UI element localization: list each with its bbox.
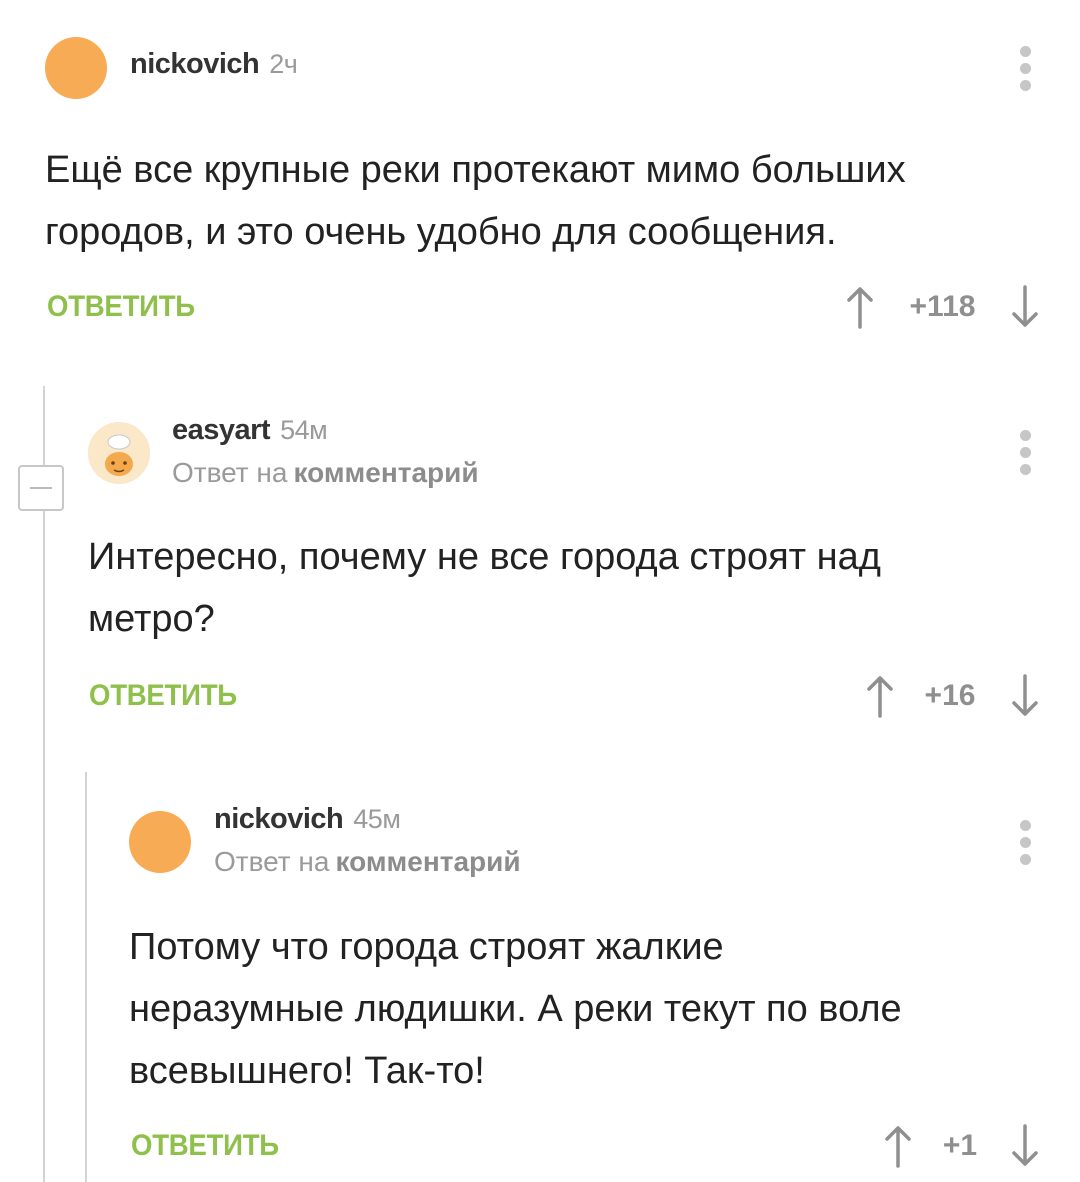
comment-text-line: Потому что города строят жалкие: [129, 926, 724, 968]
reply-to-prefix: Ответ на: [172, 457, 288, 488]
comment-author[interactable]: easyart 54м: [172, 414, 328, 447]
arrow-up-icon[interactable]: [845, 285, 875, 329]
comment-text-line: городов, и это очень удобно для сообщени…: [45, 211, 837, 253]
arrow-up-icon[interactable]: [883, 1124, 913, 1168]
comment-text-line: неразумные людишки. А реки текут по воле: [129, 988, 902, 1030]
more-vertical-icon[interactable]: [1018, 46, 1032, 97]
reply-button[interactable]: ОТВЕТИТЬ: [131, 1129, 279, 1163]
username[interactable]: nickovich: [214, 803, 344, 835]
comment: nickovich 2ч Ещё все крупные реки протека…: [0, 0, 1080, 360]
reply-to-link[interactable]: комментарий: [293, 457, 478, 488]
arrow-down-icon[interactable]: [1010, 1124, 1040, 1168]
rating-value: +1: [942, 1129, 978, 1162]
reply-button[interactable]: ОТВЕТИТЬ: [47, 290, 195, 324]
comment-author[interactable]: nickovich 2ч: [130, 48, 298, 81]
comment-text-line: всевышнего! Так-то!: [129, 1050, 485, 1092]
more-vertical-icon[interactable]: [1018, 430, 1032, 481]
comment-text: Ещё все крупные реки протекают мимо боль…: [45, 139, 1055, 263]
comment-author[interactable]: nickovich 45м: [214, 803, 401, 836]
more-vertical-icon[interactable]: [1018, 820, 1032, 871]
comment-text: Интересно, почему не все города строят н…: [88, 526, 1058, 650]
reply-button[interactable]: ОТВЕТИТЬ: [89, 679, 237, 713]
comment-text-line: Ещё все крупные реки протекают мимо боль…: [45, 149, 906, 191]
avatar[interactable]: [88, 422, 150, 484]
comment-time: 2ч: [269, 49, 298, 79]
reply-to-label: Ответ на комментарий: [214, 846, 521, 878]
comment-reply-nested: nickovich 45м Ответ на комментарий Потому …: [0, 790, 1080, 1182]
comment-time: 45м: [353, 804, 401, 834]
rating-value: +118: [909, 290, 976, 323]
arrow-up-icon[interactable]: [865, 674, 895, 718]
reply-to-link[interactable]: комментарий: [335, 846, 520, 877]
reply-to-prefix: Ответ на: [214, 846, 330, 877]
avatar-image: [88, 422, 150, 484]
avatar[interactable]: [129, 811, 191, 873]
comment-text-line: Интересно, почему не все города строят н…: [88, 536, 881, 578]
comment-text: Потому что города строят жалкие неразумн…: [129, 916, 1059, 1102]
reply-to-label: Ответ на комментарий: [172, 457, 479, 489]
arrow-down-icon[interactable]: [1010, 674, 1040, 718]
arrow-down-icon[interactable]: [1010, 285, 1040, 329]
username[interactable]: easyart: [172, 414, 271, 446]
username[interactable]: nickovich: [130, 48, 260, 80]
rating-value: +16: [924, 679, 976, 712]
comment-reply: easyart 54м Ответ на комментарий Интересно…: [0, 400, 1080, 760]
avatar[interactable]: [45, 37, 107, 99]
comment-text-line: метро?: [88, 598, 215, 640]
comment-time: 54м: [280, 415, 328, 445]
